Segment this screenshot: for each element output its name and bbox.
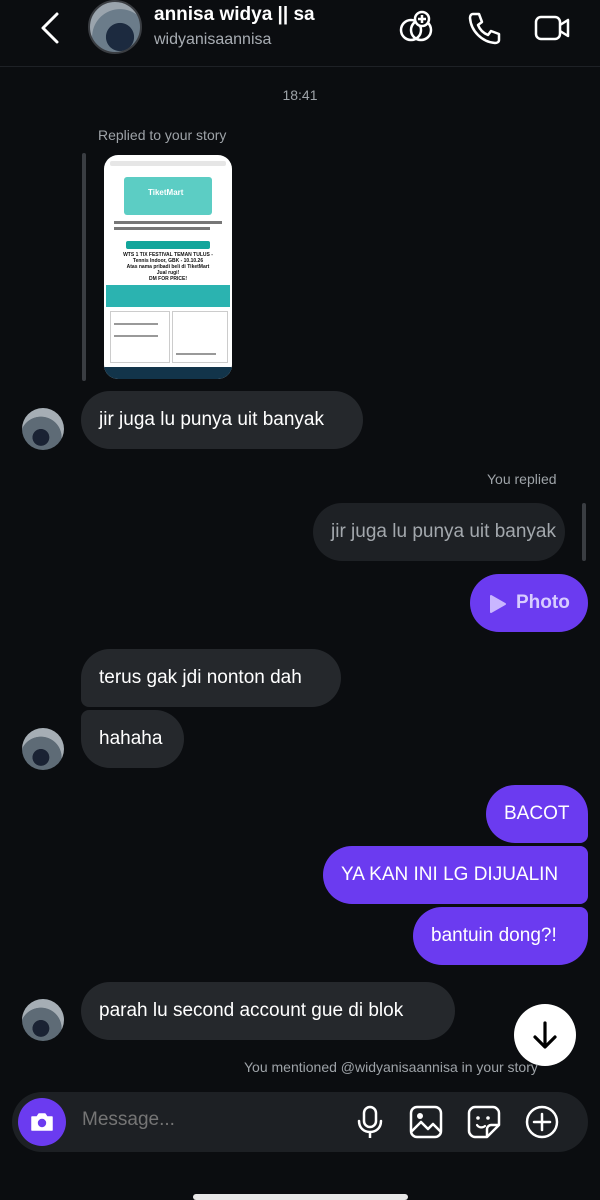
video-icon[interactable] — [532, 8, 572, 48]
message-incoming[interactable]: hahaha — [81, 710, 184, 768]
message-incoming[interactable]: jir juga lu punya uit banyak — [81, 391, 363, 449]
arrow-down-icon — [533, 1021, 557, 1049]
photo-label: Photo — [516, 592, 570, 613]
message-incoming[interactable]: terus gak jdi nonton dah — [81, 649, 341, 707]
story-line-5: DM FOR PRICE! — [148, 276, 188, 282]
sticker-icon[interactable] — [466, 1104, 502, 1140]
effects-icon[interactable] — [396, 8, 436, 48]
camera-button[interactable] — [18, 1098, 66, 1146]
story-preview[interactable]: TiketMart WTS 1 TIX FESTIVAL TEMAN TULUS… — [104, 155, 232, 379]
quote-bar — [82, 153, 86, 381]
phone-icon[interactable] — [464, 8, 504, 48]
replied-story-label: Replied to your story — [98, 127, 227, 143]
message-outgoing[interactable]: bantuin dong?! — [413, 907, 588, 965]
contact-name[interactable]: annisa widya || sa — [154, 4, 315, 26]
microphone-icon[interactable] — [352, 1104, 388, 1140]
contact-handle[interactable]: widyanisaannisa — [154, 31, 271, 49]
message-outgoing[interactable]: BACOT — [486, 785, 588, 843]
message-outgoing[interactable]: YA KAN INI LG DIJUALIN — [323, 846, 588, 904]
chat-header: annisa widya || sa widyanisaannisa — [0, 0, 600, 67]
reply-quote[interactable]: jir juga lu punya uit banyak — [313, 503, 565, 561]
gallery-icon[interactable] — [408, 1104, 444, 1140]
reply-quote-bar — [582, 503, 586, 561]
contact-avatar-small[interactable] — [22, 728, 64, 770]
you-replied-label: You replied — [487, 471, 557, 487]
scroll-to-bottom-button[interactable] — [514, 1004, 576, 1066]
message-input[interactable] — [80, 1108, 334, 1132]
mention-note: You mentioned @widyanisaannisa in your s… — [244, 1059, 538, 1075]
message-incoming[interactable]: parah lu second account gue di blok — [81, 982, 455, 1040]
contact-avatar[interactable] — [88, 0, 142, 54]
contact-avatar-small[interactable] — [22, 408, 64, 450]
timestamp: 18:41 — [282, 87, 318, 103]
camera-icon — [31, 1113, 53, 1131]
photo-message[interactable]: Photo — [470, 574, 588, 632]
contact-avatar-small[interactable] — [22, 999, 64, 1041]
back-arrow-icon[interactable] — [30, 8, 70, 48]
story-brand: TiketMart — [148, 188, 184, 197]
plus-icon[interactable] — [524, 1104, 560, 1140]
home-indicator — [193, 1194, 408, 1200]
play-icon — [490, 595, 506, 613]
